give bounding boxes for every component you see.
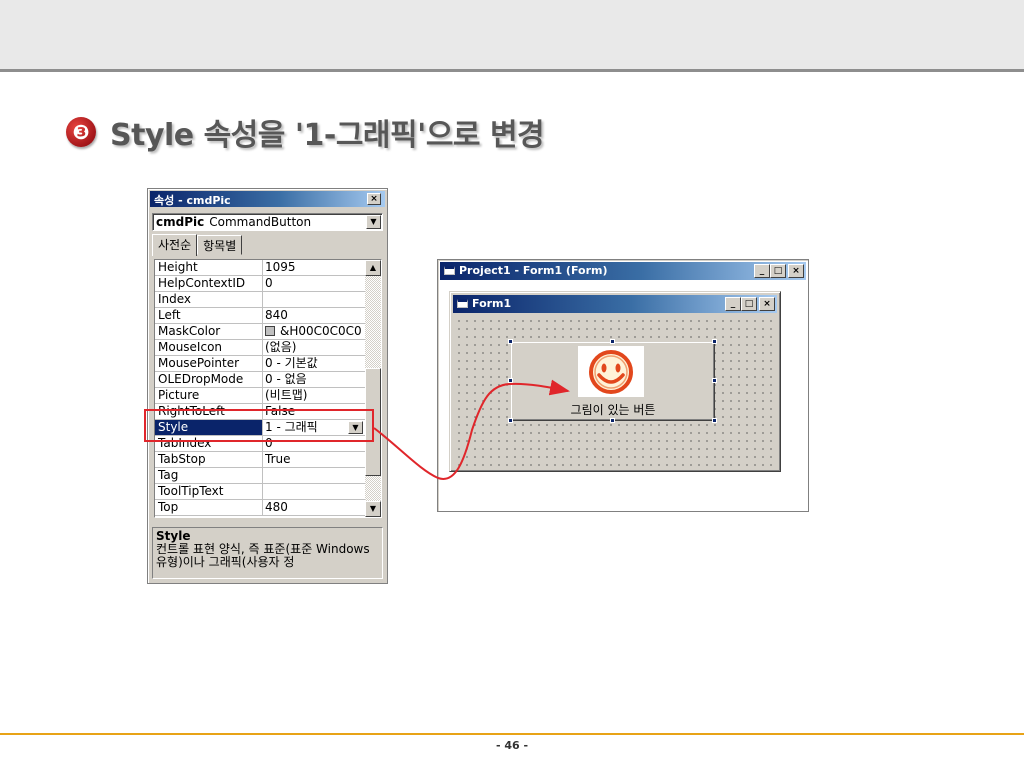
page-number: - 46 - bbox=[495, 739, 529, 752]
footer-divider bbox=[0, 733, 1024, 735]
connector-arrow bbox=[373, 379, 570, 480]
connector-arrow-path bbox=[373, 379, 570, 480]
